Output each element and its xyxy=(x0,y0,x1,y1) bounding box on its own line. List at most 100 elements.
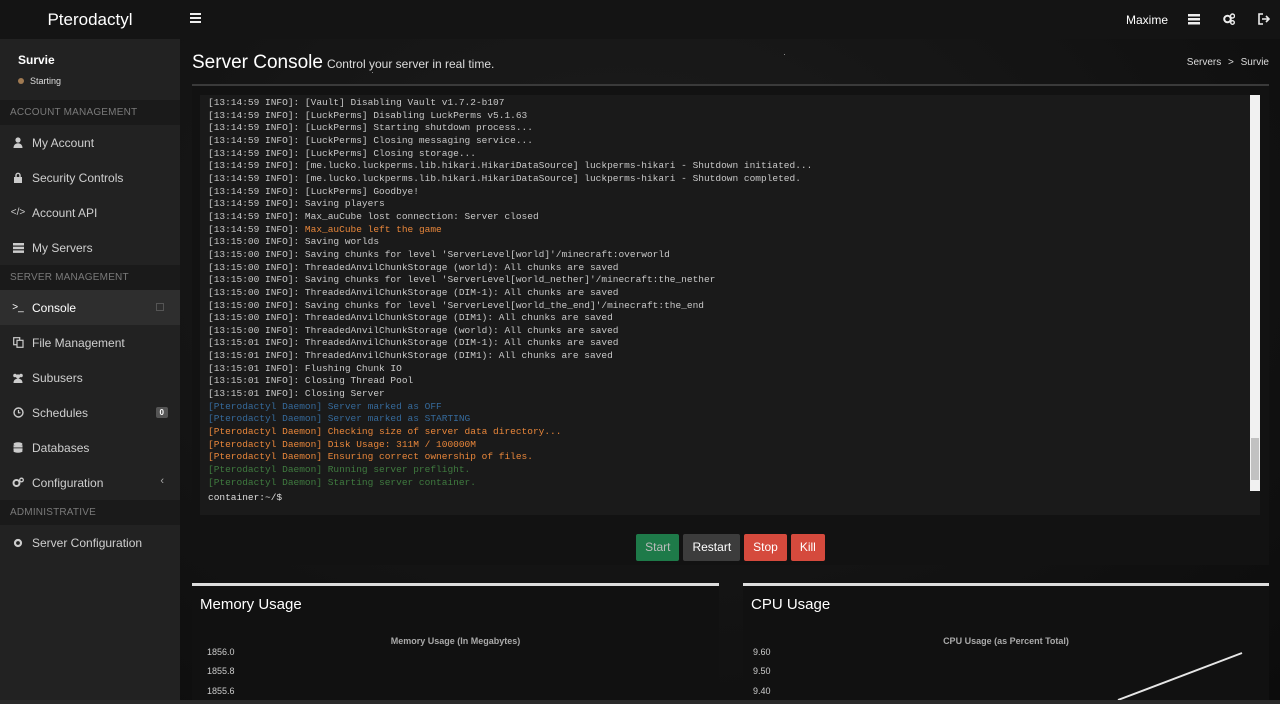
console-line: [13:14:59 INFO]: [LuckPerms] Disabling L… xyxy=(208,109,528,121)
power-controls: Start Restart Stop Kill xyxy=(192,534,1269,561)
memory-chart-title: Memory Usage (In Megabytes) xyxy=(390,636,521,646)
cpu-usage-panel: CPU Usage CPU Usage (as Percent Total) 9… xyxy=(743,583,1269,704)
section-header-admin: ADMINISTRATIVE xyxy=(0,500,180,525)
page-title: Server Console Control your server in rea… xyxy=(192,52,494,74)
console-line: [13:14:59 INFO]: Saving players xyxy=(208,198,385,210)
sidebar-item-my-servers[interactable]: My Servers xyxy=(0,230,180,265)
sidebar-item-label: Schedules xyxy=(32,405,89,420)
sidebar-item-file-management[interactable]: File Management xyxy=(0,325,180,360)
server-status: Starting xyxy=(18,76,180,86)
sidebar-item-account-api[interactable]: </> Account API xyxy=(0,195,180,230)
users-icon xyxy=(12,372,24,384)
console-line: [Pterodactyl Daemon] Starting server con… xyxy=(208,476,476,488)
lock-icon xyxy=(12,172,24,184)
section-header-account: ACCOUNT MANAGEMENT xyxy=(0,100,180,125)
cogs-icon[interactable] xyxy=(1223,13,1235,25)
sidebar-item-schedules[interactable]: Schedules 0 xyxy=(0,395,180,430)
sidebar-item-databases[interactable]: Databases xyxy=(0,430,180,465)
console-log: [13:14:59 INFO]: [Vault] Disabling Vault… xyxy=(208,97,1248,489)
page-subtitle: Control your server in real time. xyxy=(326,57,495,71)
console-line: [13:14:59 INFO]: [LuckPerms] Starting sh… xyxy=(208,122,533,134)
cpu-chart xyxy=(1117,652,1243,701)
user-icon xyxy=(12,137,24,149)
external-link-icon[interactable] xyxy=(156,303,164,311)
gear-icon xyxy=(12,537,24,549)
console-box: [13:14:59 INFO]: [Vault] Disabling Vault… xyxy=(192,84,1269,565)
console-line: [13:15:01 INFO]: ThreadedAnvilChunkStora… xyxy=(208,350,613,362)
breadcrumb-servers[interactable]: Servers xyxy=(1187,57,1221,68)
sidebar-item-configuration[interactable]: Configuration ‹ xyxy=(0,465,180,500)
console-prompt[interactable]: container:~/$ xyxy=(208,492,282,503)
sidebar-item-server-configuration[interactable]: Server Configuration xyxy=(0,525,180,560)
chevron-left-icon[interactable]: ‹ xyxy=(160,475,164,487)
clock-icon xyxy=(12,407,24,419)
restart-button[interactable]: Restart xyxy=(683,534,741,561)
sidebar-item-label: My Account xyxy=(32,135,95,150)
console-scrollbar-thumb[interactable] xyxy=(1251,438,1259,480)
top-navbar: Pterodactyl Maxime xyxy=(0,0,1280,39)
console-output[interactable]: [13:14:59 INFO]: [Vault] Disabling Vault… xyxy=(200,95,1260,515)
console-line: [13:15:00 INFO]: ThreadedAnvilChunkStora… xyxy=(208,312,613,324)
sidebar-item-label: Console xyxy=(32,300,77,315)
start-button[interactable]: Start xyxy=(636,534,680,561)
console-line: [13:15:00 INFO]: ThreadedAnvilChunkStora… xyxy=(208,286,619,298)
status-dot-icon xyxy=(18,78,24,84)
server-info: Survie Starting xyxy=(0,39,180,100)
console-line: [13:14:59 INFO]: [Vault] Disabling Vault… xyxy=(208,97,505,108)
sidebar-item-my-account[interactable]: My Account xyxy=(0,125,180,160)
main-content: Server Console Control your server in rea… xyxy=(180,39,1280,704)
server-name: Survie xyxy=(18,53,55,67)
console-line: [13:14:59 INFO]: [me.lucko.luckperms.lib… xyxy=(208,172,801,184)
memory-y-tick: 1855.6 xyxy=(207,686,235,696)
server-icon xyxy=(12,242,24,254)
server-list-icon[interactable] xyxy=(1188,13,1200,25)
sign-out-icon[interactable] xyxy=(1258,13,1270,25)
console-line: [13:14:59 INFO]: [me.lucko.luckperms.lib… xyxy=(208,160,813,172)
console-line: [13:15:00 INFO]: Saving worlds xyxy=(208,236,380,248)
code-icon: </> xyxy=(10,207,26,218)
page-title-text: Server Console xyxy=(192,52,323,73)
breadcrumb-current: Survie xyxy=(1240,57,1269,68)
sidebar: Survie Starting ACCOUNT MANAGEMENT My Ac… xyxy=(0,39,180,704)
console-line: [Pterodactyl Daemon] Disk Usage: 311M / … xyxy=(208,438,476,450)
kill-button[interactable]: Kill xyxy=(790,534,825,561)
console-line: [13:14:59 INFO]: Max_auCube lost connect… xyxy=(208,210,539,222)
breadcrumb: Servers > Survie xyxy=(1187,57,1269,68)
sidebar-item-label: Security Controls xyxy=(32,170,124,185)
console-line: [13:15:00 INFO]: ThreadedAnvilChunkStora… xyxy=(208,261,619,273)
console-line: [13:14:59 INFO]: [LuckPerms] Closing mes… xyxy=(208,134,533,146)
sidebar-item-label: Databases xyxy=(32,440,90,455)
console-line: [13:15:01 INFO]: Flushing Chunk IO xyxy=(208,362,402,374)
user-menu-name[interactable]: Maxime xyxy=(1126,13,1168,27)
star xyxy=(784,54,785,55)
schedules-count-badge: 0 xyxy=(155,407,168,418)
sidebar-item-label: Configuration xyxy=(32,475,104,490)
sidebar-item-label: Subusers xyxy=(32,370,83,385)
files-icon xyxy=(12,337,24,349)
console-line: [Pterodactyl Daemon] Running server pref… xyxy=(208,464,471,476)
console-line: [13:15:01 INFO]: Closing Server xyxy=(208,388,385,400)
console-line: [Pterodactyl Daemon] Checking size of se… xyxy=(208,426,562,438)
sidebar-item-label: Server Configuration xyxy=(32,535,143,550)
console-line: [13:15:00 INFO]: Saving chunks for level… xyxy=(208,248,670,260)
console-line: [13:15:01 INFO]: ThreadedAnvilChunkStora… xyxy=(208,337,619,349)
stop-button[interactable]: Stop xyxy=(744,534,787,561)
brand-logo[interactable]: Pterodactyl xyxy=(0,0,180,39)
sidebar-item-console[interactable]: >_ Console xyxy=(0,290,180,325)
menu-icon[interactable] xyxy=(190,13,201,25)
memory-usage-panel: Memory Usage Memory Usage (In Megabytes)… xyxy=(192,583,719,704)
console-line: [13:15:00 INFO]: Saving chunks for level… xyxy=(208,299,704,311)
console-scrollbar[interactable] xyxy=(1250,95,1260,491)
sidebar-item-subusers[interactable]: Subusers xyxy=(0,360,180,395)
console-line: [13:15:00 INFO]: ThreadedAnvilChunkStora… xyxy=(208,324,619,336)
page-bottom-bar xyxy=(0,700,1280,704)
section-header-server: SERVER MANAGEMENT xyxy=(0,265,180,290)
sidebar-item-label: File Management xyxy=(32,335,125,350)
sidebar-item-label: Account API xyxy=(32,205,98,220)
sidebar-item-security-controls[interactable]: Security Controls xyxy=(0,160,180,195)
console-line: [13:15:00 INFO]: Saving chunks for level… xyxy=(208,274,716,286)
console-line: [13:14:59 INFO]: [LuckPerms] Goodbye! xyxy=(208,185,419,197)
console-line: [Pterodactyl Daemon] Server marked as OF… xyxy=(208,400,442,412)
memory-y-tick: 1855.8 xyxy=(207,666,235,676)
console-line: [13:14:59 INFO]: Max_auCube left the gam… xyxy=(208,223,442,235)
